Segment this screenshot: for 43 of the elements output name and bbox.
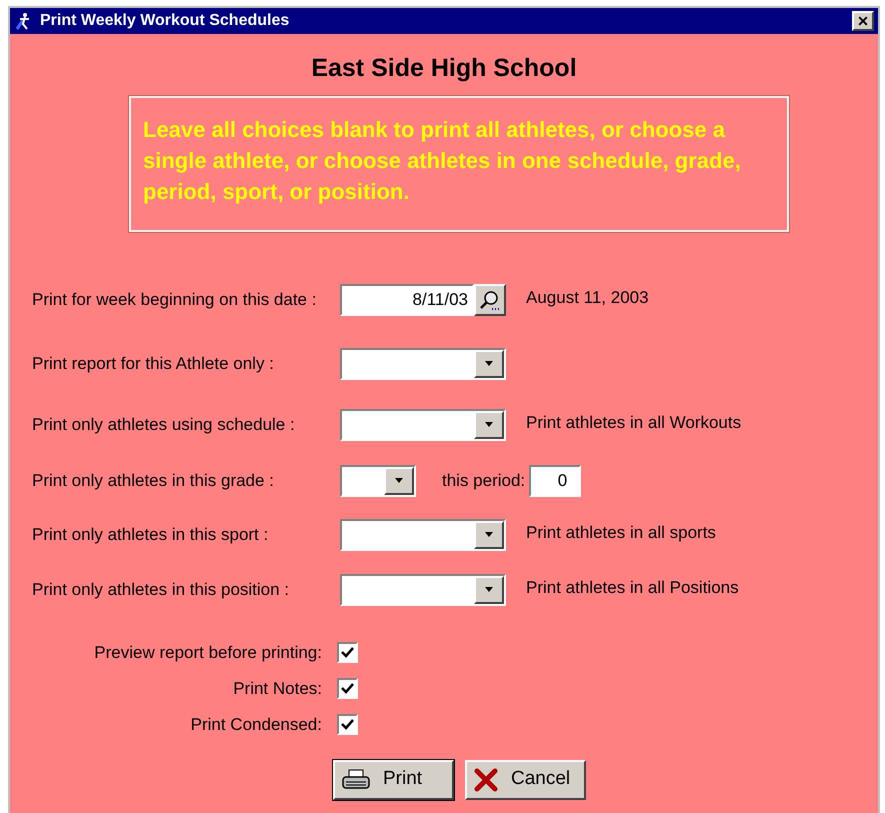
- caret-icon: [484, 422, 494, 428]
- option-label: Preview report before printing:: [93, 642, 322, 664]
- option-label: Print Condensed:: [190, 714, 322, 736]
- lookup-button[interactable]: [474, 284, 506, 316]
- dropdown-field[interactable]: [340, 574, 506, 606]
- checkbox[interactable]: [337, 714, 358, 735]
- cross-icon: [473, 768, 499, 792]
- caret-icon: [394, 478, 404, 484]
- close-button[interactable]: ×: [852, 11, 874, 31]
- notice-panel: Leave all choices blank to print all athletes, or choose a single athlete, or choose athletes in one schedule, grade, period, sport, or position.: [129, 96, 789, 232]
- window-title: Print Weekly Workout Schedules: [40, 11, 290, 31]
- field-note: Print athletes in all sports: [526, 522, 716, 544]
- field-label: Print only athletes using schedule :: [32, 414, 296, 436]
- period-label: this period:: [442, 470, 526, 492]
- checkbox[interactable]: [337, 678, 358, 699]
- dropdown-field[interactable]: [340, 408, 506, 440]
- field-label: Print report for this Athlete only :: [32, 352, 275, 375]
- dropdown-field[interactable]: [340, 464, 416, 496]
- checkbox[interactable]: [337, 642, 358, 663]
- magnifier-icon: [479, 288, 501, 310]
- cancel-button[interactable]: Cancel: [465, 760, 586, 800]
- printer-icon: [341, 768, 371, 792]
- figure-icon: [14, 12, 32, 30]
- field-note: August 11, 2003: [526, 286, 649, 308]
- field-note: Print athletes in all Positions: [526, 576, 739, 598]
- period-field[interactable]: 0: [529, 464, 582, 496]
- dropdown-field[interactable]: [340, 518, 506, 550]
- print-button[interactable]: Print: [333, 760, 454, 800]
- field-label: Print only athletes in this sport :: [32, 524, 270, 546]
- field-label: Print only athletes in this grade :: [32, 470, 275, 492]
- school-heading: East Side High School: [311, 53, 577, 84]
- check-icon: [341, 683, 354, 694]
- caret-icon: [484, 532, 494, 538]
- caret-icon: [484, 586, 494, 592]
- check-icon: [341, 647, 354, 658]
- field-label: Print only athletes in this position :: [32, 578, 290, 601]
- field-label: Print for week beginning on this date :: [32, 288, 318, 311]
- field-note: Print athletes in all Workouts: [526, 412, 742, 434]
- dropdown-field[interactable]: [340, 348, 506, 380]
- option-label: Print Notes:: [232, 678, 322, 700]
- date-field[interactable]: 8/11/03: [340, 284, 474, 316]
- check-icon: [341, 719, 354, 730]
- caret-icon: [484, 360, 494, 366]
